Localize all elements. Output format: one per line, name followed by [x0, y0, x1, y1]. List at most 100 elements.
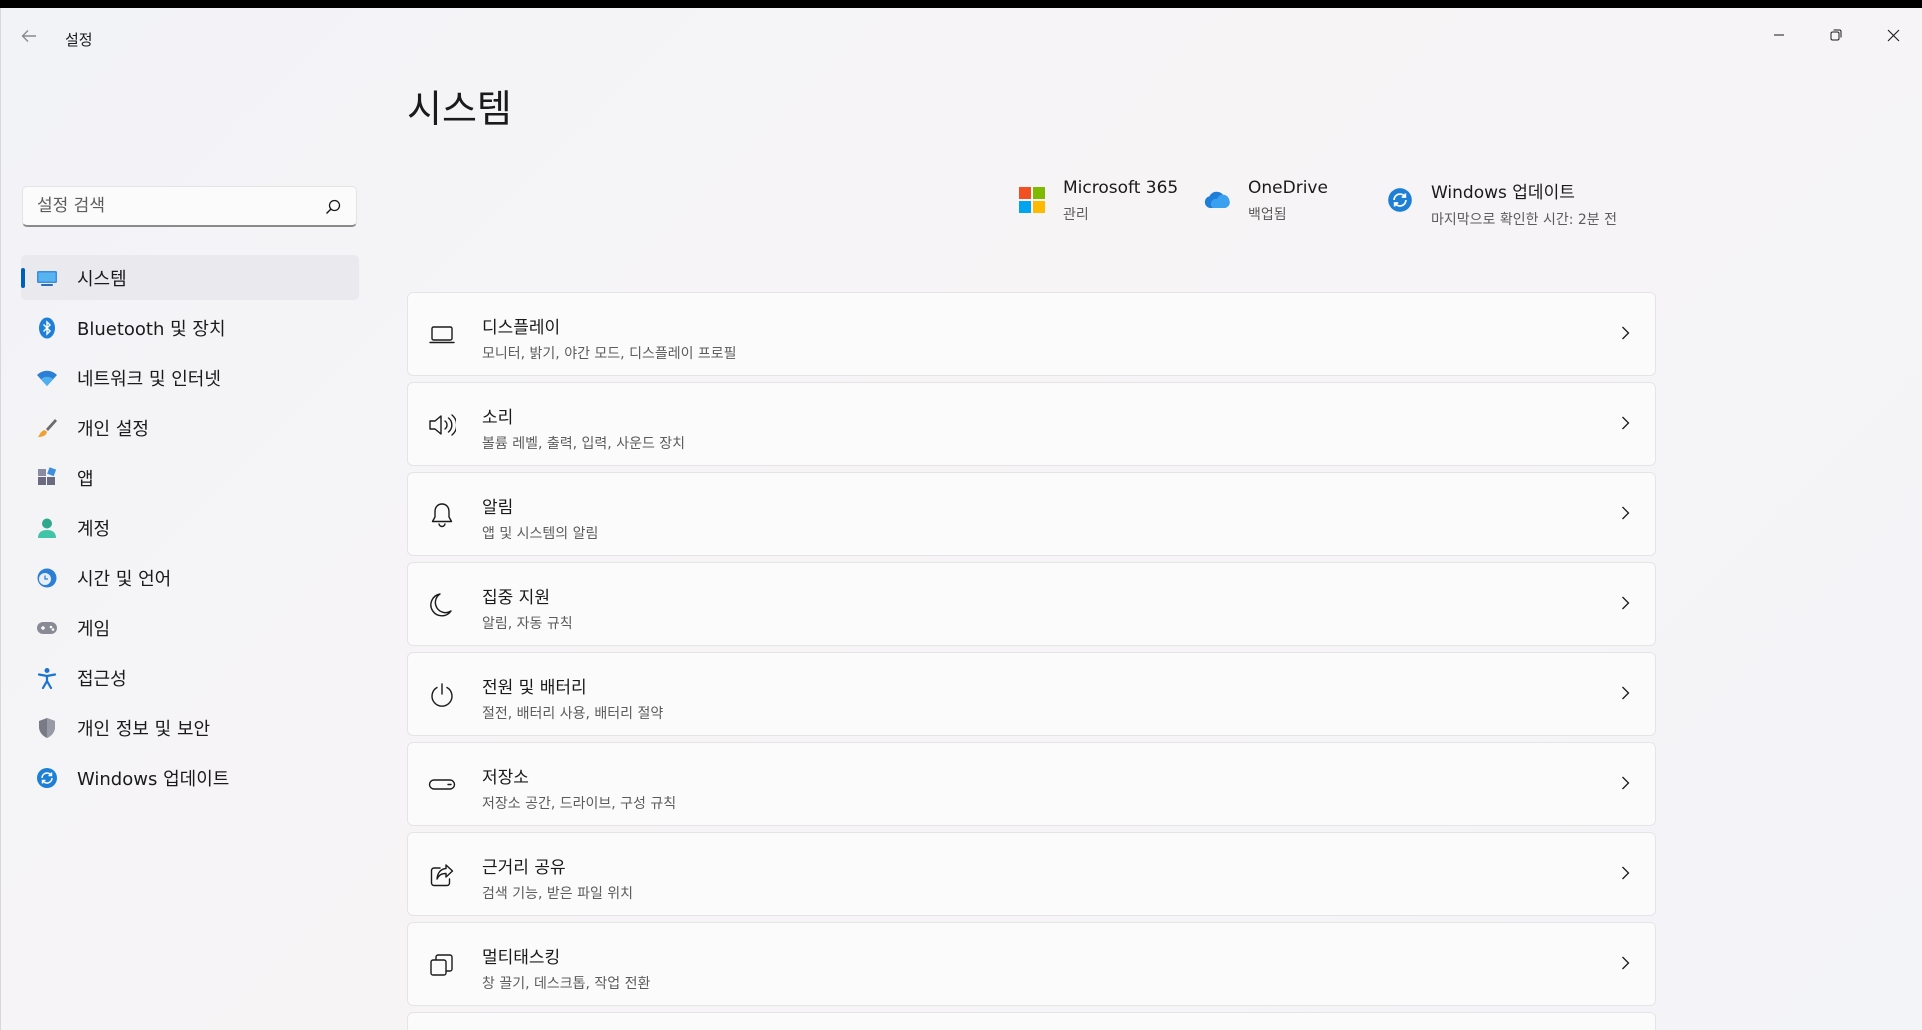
back-button[interactable] — [19, 26, 45, 52]
sidebar-item-accessibility[interactable]: 접근성 — [21, 655, 359, 700]
card-subtitle: 검색 기능, 받은 파일 위치 — [482, 886, 634, 902]
cloud-icon — [1202, 185, 1232, 215]
wifi-icon — [35, 366, 59, 390]
sidebar-item-label: 접근성 — [77, 668, 127, 690]
title-bar: 설정 — [1, 8, 1922, 54]
sidebar-item-privacy[interactable]: 개인 정보 및 보안 — [21, 705, 359, 750]
apps-icon — [35, 466, 59, 490]
card-title: 소리 — [482, 408, 514, 428]
quick-link-title: Windows 업데이트 — [1431, 183, 1575, 203]
sidebar-item-time-language[interactable]: 시간 및 언어 — [21, 555, 359, 600]
settings-card-notifications[interactable]: 알림 앱 및 시스템의 알림 — [407, 472, 1656, 556]
shield-icon — [35, 716, 59, 740]
page-title: 시스템 — [407, 87, 512, 131]
gamepad-icon — [35, 616, 59, 640]
close-icon — [1887, 29, 1899, 41]
arrow-left-icon — [21, 30, 36, 42]
sidebar-item-label: Bluetooth 및 장치 — [77, 318, 226, 340]
card-title: 집중 지원 — [482, 588, 550, 608]
card-title: 디스플레이 — [482, 318, 561, 338]
card-title: 전원 및 배터리 — [482, 678, 587, 698]
sidebar-item-label: 네트워크 및 인터넷 — [77, 368, 221, 390]
settings-card-nearby-sharing[interactable]: 근거리 공유 검색 기능, 받은 파일 위치 — [407, 832, 1656, 916]
card-subtitle: 창 끌기, 데스크톱, 작업 전환 — [482, 976, 651, 992]
card-title: 멀티태스킹 — [482, 948, 561, 968]
sidebar-item-network[interactable]: 네트워크 및 인터넷 — [21, 355, 359, 400]
sidebar-item-accounts[interactable]: 계정 — [21, 505, 359, 550]
sidebar-item-label: 시간 및 언어 — [77, 568, 172, 590]
search-input[interactable] — [37, 196, 317, 216]
quick-link-microsoft-365[interactable]: Microsoft 365 관리 — [1017, 178, 1178, 224]
update-icon — [1385, 185, 1415, 215]
card-subtitle: 볼륨 레벨, 출력, 입력, 사운드 장치 — [482, 436, 686, 452]
sidebar-item-label: 게임 — [77, 618, 111, 640]
sidebar-item-label: 시스템 — [77, 268, 127, 290]
update-icon — [35, 766, 59, 790]
multitask-icon — [428, 951, 456, 979]
chevron-right-icon — [1622, 866, 1630, 880]
sidebar-item-bluetooth[interactable]: Bluetooth 및 장치 — [21, 305, 359, 350]
card-subtitle: 저장소 공간, 드라이브, 구성 규칙 — [482, 796, 677, 812]
settings-card-display[interactable]: 디스플레이 모니터, 밝기, 야간 모드, 디스플레이 프로필 — [407, 292, 1656, 376]
card-subtitle: 앱 및 시스템의 알림 — [482, 526, 599, 542]
chevron-right-icon — [1622, 596, 1630, 610]
quick-link-windows-update[interactable]: Windows 업데이트 마지막으로 확인한 시간: 2분 전 — [1385, 178, 1617, 229]
settings-window: 설정 시스템 Bluetooth 및 장치 — [0, 8, 1922, 1030]
sidebar-item-windows-update[interactable]: Windows 업데이트 — [21, 755, 359, 800]
account-icon — [35, 516, 59, 540]
search-icon — [326, 199, 341, 214]
system-icon — [35, 266, 59, 290]
chevron-right-icon — [1622, 686, 1630, 700]
minimize-icon — [1774, 34, 1784, 36]
sidebar-item-personalization[interactable]: 개인 설정 — [21, 405, 359, 450]
card-subtitle: 알림, 자동 규칙 — [482, 616, 573, 632]
quick-link-title: Microsoft 365 — [1063, 178, 1179, 198]
sidebar-item-system[interactable]: 시스템 — [21, 255, 359, 300]
quick-link-title: OneDrive — [1248, 178, 1328, 198]
sidebar-item-gaming[interactable]: 게임 — [21, 605, 359, 650]
bluetooth-icon — [35, 316, 59, 340]
restore-icon — [1830, 29, 1842, 41]
power-icon — [428, 681, 456, 709]
settings-card-storage[interactable]: 저장소 저장소 공간, 드라이브, 구성 규칙 — [407, 742, 1656, 826]
microsoft-logo-icon — [1017, 185, 1047, 215]
sidebar-item-label: 개인 정보 및 보안 — [77, 718, 211, 740]
card-subtitle: 모니터, 밝기, 야간 모드, 디스플레이 프로필 — [482, 346, 737, 362]
close-button[interactable] — [1865, 16, 1921, 54]
storage-icon — [428, 771, 456, 799]
quick-link-onedrive[interactable]: OneDrive 백업됨 — [1202, 178, 1328, 224]
accessibility-icon — [35, 666, 59, 690]
bell-icon — [428, 501, 456, 529]
brush-icon — [35, 416, 59, 440]
screen-top-bar — [0, 0, 1922, 8]
settings-card-sound[interactable]: 소리 볼륨 레벨, 출력, 입력, 사운드 장치 — [407, 382, 1656, 466]
settings-card-focus-assist[interactable]: 집중 지원 알림, 자동 규칙 — [407, 562, 1656, 646]
minimize-button[interactable] — [1751, 16, 1807, 54]
settings-card-next[interactable] — [407, 1012, 1656, 1030]
quick-link-subtitle: 마지막으로 확인한 시간: 2분 전 — [1431, 212, 1617, 228]
chevron-right-icon — [1622, 956, 1630, 970]
sidebar-item-label: Windows 업데이트 — [77, 768, 230, 790]
settings-card-multitasking[interactable]: 멀티태스킹 창 끌기, 데스크톱, 작업 전환 — [407, 922, 1656, 1006]
sidebar-item-apps[interactable]: 앱 — [21, 455, 359, 500]
card-title: 근거리 공유 — [482, 858, 566, 878]
quick-link-subtitle: 백업됨 — [1248, 207, 1287, 223]
card-title: 알림 — [482, 498, 514, 518]
share-icon — [428, 861, 456, 889]
speaker-icon — [428, 411, 456, 439]
restore-button[interactable] — [1808, 16, 1864, 54]
chevron-right-icon — [1622, 776, 1630, 790]
settings-card-power-battery[interactable]: 전원 및 배터리 절전, 배터리 사용, 배터리 절약 — [407, 652, 1656, 736]
chevron-right-icon — [1622, 326, 1630, 340]
time-language-icon — [35, 566, 59, 590]
card-subtitle: 절전, 배터리 사용, 배터리 절약 — [482, 706, 664, 722]
card-title: 저장소 — [482, 768, 529, 788]
display-icon — [428, 321, 456, 349]
sidebar-item-label: 계정 — [77, 518, 111, 540]
search-box[interactable] — [22, 186, 357, 227]
chevron-right-icon — [1622, 416, 1630, 430]
sidebar-nav: 시스템 Bluetooth 및 장치 네트워크 및 인터넷 개인 설정 앱 계정… — [21, 255, 359, 805]
app-title: 설정 — [65, 31, 93, 49]
sidebar-item-label: 개인 설정 — [77, 418, 149, 440]
quick-link-subtitle: 관리 — [1063, 207, 1089, 223]
